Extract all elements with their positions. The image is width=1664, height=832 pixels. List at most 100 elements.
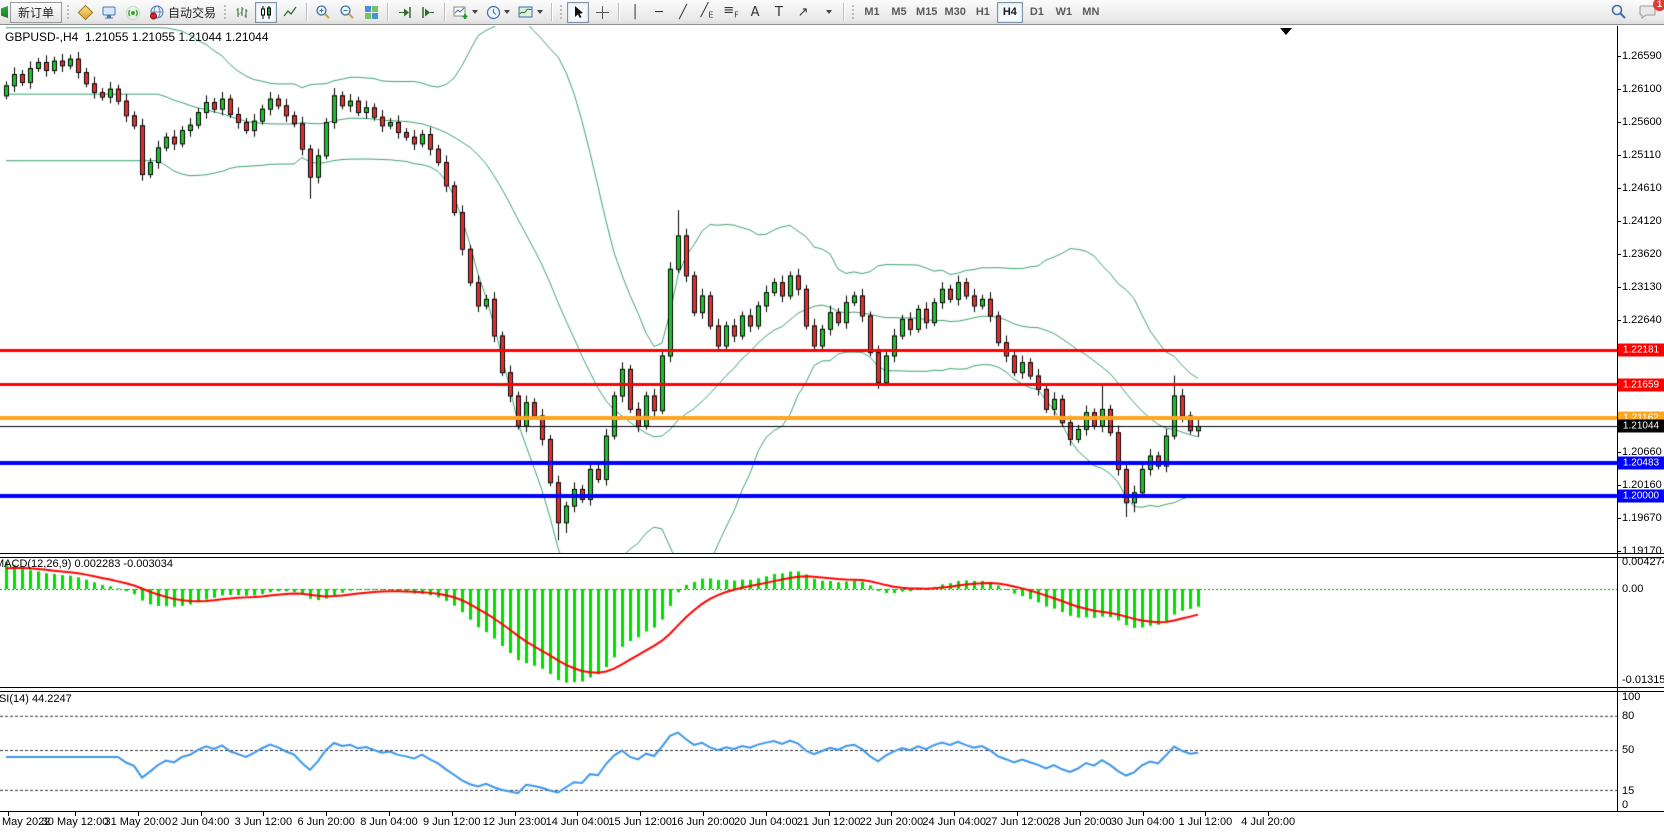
time-tick-mark [1017,812,1018,816]
rsi-panel-canvas[interactable] [0,690,1617,811]
period-button[interactable] [483,2,513,23]
trendline-tool[interactable]: ╱ [672,2,694,23]
macd-axis-label: 0.00 [1622,583,1664,595]
signal-waves-icon [125,5,141,20]
price-tick-mark [1617,254,1621,255]
timeframe-button-h4[interactable]: H4 [997,2,1023,23]
price-tick-label: 1.24610 [1622,182,1664,194]
zoom-in-button[interactable] [312,2,334,23]
timeframe-button-m30[interactable]: M30 [941,2,968,23]
auto-trading-button[interactable]: 自动交易 [146,2,219,23]
signals-button[interactable] [122,2,144,23]
chart-shift-button[interactable] [417,2,439,23]
timeframe-button-d1[interactable]: D1 [1024,2,1050,23]
time-tick-mark [829,812,830,816]
horizontal-line-tool[interactable]: ─ [648,2,670,23]
trendline-tool-icon: ╱ [679,6,687,19]
chart-region: GBPUSD-,H4 1.21055 1.21055 1.21044 1.210… [0,26,1664,832]
auto-scroll-button[interactable] [393,2,415,23]
price-tick-label: 1.24120 [1622,215,1664,227]
timeframe-button-h1[interactable]: H1 [970,2,996,23]
search-button[interactable] [1607,1,1630,22]
fibonacci-retracement-tool[interactable]: ≡F [720,2,742,23]
time-tick-mark [138,812,139,816]
zoom-in-icon [315,4,331,20]
rsi-axis-label: 100 [1622,691,1664,703]
terminal-button[interactable] [98,2,120,23]
toolbar-drag-handle [223,4,227,20]
new-order-button[interactable]: 新订单 [10,2,62,23]
time-tick-mark [75,812,76,816]
notifications-button[interactable]: 1 [1636,1,1660,22]
template-icon [518,5,534,20]
time-tick-mark [1143,812,1144,816]
toolbar-drag-handle [851,4,855,20]
crosshair-tool-button[interactable] [591,2,613,23]
time-tick-mark [1268,812,1269,816]
macd-axis-label: 0.004274 [1622,556,1664,568]
text-tool[interactable]: A [744,2,766,23]
macd-indicator-label: MACD(12,26,9) 0.002283 -0.003034 [0,558,173,570]
price-tick-label: 1.26590 [1622,50,1664,62]
arrows-tool-dropdown[interactable] [816,2,838,23]
time-tick-mark [577,812,578,816]
vertical-line-tool[interactable]: │ [624,2,646,23]
horizontal-line-tool-icon: ─ [655,6,663,19]
price-tick-mark [1617,518,1621,519]
tile-windows-button[interactable] [360,2,382,23]
template-button[interactable] [515,2,546,23]
candlestick-chart-type-button[interactable] [255,2,277,23]
zoom-out-button[interactable] [336,2,358,23]
line-chart-type-button[interactable] [279,2,301,23]
timeframe-button-m1[interactable]: M1 [859,2,885,23]
arrows-tool[interactable]: ↗ [792,2,814,23]
timeframe-button-m15[interactable]: M15 [913,2,940,23]
equidistant-channel-tool[interactable]: ╱E [696,2,718,23]
panel-divider[interactable] [0,687,1664,692]
time-tick-mark [201,812,202,816]
toolbar-separator [551,3,552,21]
text-label-tool-icon: T [775,6,783,19]
cursor-tool-button[interactable] [567,2,589,23]
timeframe-button-m5[interactable]: M5 [886,2,912,23]
candlestick-icon [259,5,274,20]
price-tick-mark [1617,188,1621,189]
bar-chart-type-button[interactable] [231,2,253,23]
mt4-window: 新订单 自动交易 [0,0,1664,832]
market-watch-button[interactable] [74,2,96,23]
rsi-indicator-label: RSI(14) 44.2247 [0,693,72,705]
price-tick-mark [1617,287,1621,288]
monitor-icon [101,5,117,20]
zoom-out-icon [339,4,355,20]
toolbar-separator [444,3,445,21]
price-tick-label: 1.19670 [1622,512,1664,524]
time-tick-mark [1205,812,1206,816]
time-axis[interactable]: May 202230 May 12:0031 May 20:002 Jun 04… [0,811,1664,832]
add-indicator-icon [453,5,469,20]
toolbar: 新订单 自动交易 [0,0,1664,25]
price-tick-label: 1.25600 [1622,116,1664,128]
macd-axis-label: -0.013153 [1622,674,1664,686]
add-indicator-button[interactable] [450,2,481,23]
equidistant-channel-tool-icon: ╱E [701,4,714,20]
text-label-tool[interactable]: T [768,2,790,23]
rsi-axis-label: 0 [1622,799,1664,811]
time-tick-mark [766,812,767,816]
line-chart-icon [283,5,298,20]
price-level-badge: 1.20000 [1618,489,1664,502]
chart-shift-marker-icon[interactable] [1280,28,1292,35]
dropdown-arrow-icon [537,10,543,14]
toolbar-drag-handle [66,4,70,20]
price-tick-label: 1.23620 [1622,248,1664,260]
crosshair-icon [595,5,610,20]
toolbar-separator [843,3,844,21]
timeframe-button-w1[interactable]: W1 [1051,2,1077,23]
text-tool-icon: A [751,6,760,19]
main-chart-canvas[interactable] [0,26,1617,553]
dropdown-arrow-icon [826,10,832,14]
panel-divider[interactable] [0,553,1664,558]
macd-panel-canvas[interactable] [0,556,1617,687]
price-tick-mark [1617,221,1621,222]
time-tick-mark [954,812,955,816]
timeframe-button-mn[interactable]: MN [1078,2,1104,23]
